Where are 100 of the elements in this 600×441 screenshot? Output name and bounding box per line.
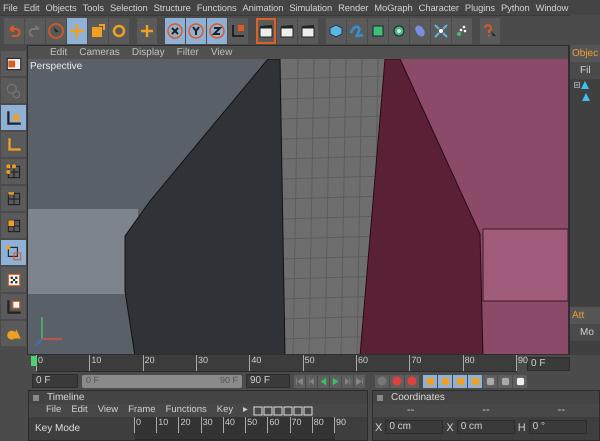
playback-icon [343,376,352,386]
tool-button[interactable] [1,294,26,319]
key-mode-button[interactable] [423,374,437,388]
toolbar-button[interactable] [298,18,318,44]
axis-gizmo-icon [35,316,63,346]
end-frame-field[interactable]: 90 F [246,374,290,388]
key-mode-button[interactable] [453,374,467,388]
playback-button[interactable] [354,374,365,388]
tool-button[interactable] [1,51,26,76]
checker-axis-icon [4,298,22,316]
toolbar-button[interactable] [389,18,409,44]
viewport-menu-item[interactable]: Filter [170,46,205,59]
plus-icon [139,22,155,38]
panel-title: Coordinates [391,391,445,405]
tool-button[interactable] [1,105,26,130]
toolbar-button[interactable] [431,18,451,44]
tool-icon[interactable] [283,406,294,416]
viewport-menu-item[interactable]: Display [126,46,171,59]
timeline-menu-item[interactable]: Key [212,403,238,418]
toolbar-button[interactable] [207,18,227,44]
tool-button[interactable] [1,213,26,238]
move-icon [69,22,85,38]
coordinate-field[interactable]: 0 ° [528,420,587,434]
toolbar-button[interactable] [368,18,388,44]
record-button[interactable] [405,374,419,388]
menu-item[interactable]: Animation [240,0,286,15]
tool-icon[interactable] [273,406,284,416]
spline-icon [349,22,365,38]
panel-tab[interactable]: Att [570,307,600,324]
viewport-menu-item[interactable]: Cameras [73,46,126,59]
menu-item[interactable]: Plugins [462,0,498,15]
tool-button[interactable] [1,159,26,184]
menu-item[interactable]: Edit [20,0,42,15]
menu-item[interactable]: Structure [150,0,194,15]
menu-item[interactable]: Simulation [286,0,336,15]
tool-icon[interactable] [303,406,314,416]
tool-icon[interactable] [293,406,304,416]
timeline-menu-item[interactable]: File [41,403,66,418]
ruler-tick-label: 40 [249,355,262,371]
panel-menu-item[interactable]: Mo [570,324,600,341]
coordinate-field[interactable]: 0 cm [456,420,515,434]
toolbar-button[interactable] [186,18,206,44]
menu-item[interactable]: Selection [106,0,151,15]
ruler-tick-label: 60 [356,355,368,371]
timeline-menu-item[interactable]: Functions [160,403,212,418]
tool-button[interactable] [1,267,26,292]
toolbar-button[interactable] [452,18,472,44]
panel-menu-item[interactable]: Fil [570,62,600,79]
playback-button[interactable] [306,374,317,388]
toolbar-button[interactable] [277,18,297,44]
timeline-menu-item[interactable]: Frame [123,403,161,418]
rotate-icon [111,22,127,38]
menu-item[interactable]: Objects [42,0,80,15]
column-header: -- [482,403,490,418]
playback-button[interactable] [318,374,329,388]
tool-icon[interactable] [263,406,274,416]
start-frame-field[interactable]: 0 F [32,374,78,388]
viewport-menu-item[interactable]: View [204,46,238,59]
column-header: -- [558,403,565,418]
collapse-icon[interactable] [574,82,580,88]
key-icon [440,376,450,386]
ruler-tick-label: 70 [409,355,422,371]
menu-item[interactable]: Functions [194,0,240,15]
record-button[interactable] [390,374,404,388]
menu-item[interactable]: MoGraph [371,0,416,15]
pointer-icon [48,22,64,38]
timeline-menu-item[interactable]: View [92,403,124,418]
menu-item[interactable]: Python [498,0,533,15]
tool-button[interactable] [1,240,26,265]
playback-icon [355,376,364,386]
ruler-tick-label: 90 [334,417,346,433]
points-icon [4,162,22,180]
toolbar-button[interactable] [326,18,346,44]
toolbar-button[interactable] [165,18,185,44]
key-mode-button[interactable] [513,374,527,388]
viewport-menu-item[interactable]: Edit [44,46,74,59]
key-mode-button[interactable] [483,374,497,388]
menu-item[interactable]: Character [416,0,462,15]
key-mode-button[interactable] [438,374,452,388]
ruler-tick-label: 70 [290,417,302,433]
key-mode-button[interactable] [498,374,512,388]
timeline-menu-item[interactable]: Edit [66,403,93,418]
coordinate-field[interactable]: 0 cm [385,420,444,434]
timeline-menu-item[interactable]: ▸ [238,403,254,418]
menu-item[interactable]: Window [532,0,572,15]
playback-button[interactable] [294,374,305,388]
key-mode-button[interactable] [468,374,482,388]
playback-button[interactable] [342,374,353,388]
tool-icon[interactable] [253,406,264,416]
menu-item[interactable]: Render [335,0,372,15]
menu-item[interactable]: File [0,0,21,15]
panel-tab[interactable]: Objec [570,45,600,62]
axis-icon [230,22,246,38]
frame-field[interactable]: 0 F [527,356,570,370]
toolbar-button[interactable] [256,18,276,44]
panel-title: Timeline [47,391,84,405]
clapper-icon [300,22,316,38]
menu-item[interactable]: Tools [80,0,107,15]
playback-icon [307,376,316,386]
playback-button[interactable] [330,374,341,388]
